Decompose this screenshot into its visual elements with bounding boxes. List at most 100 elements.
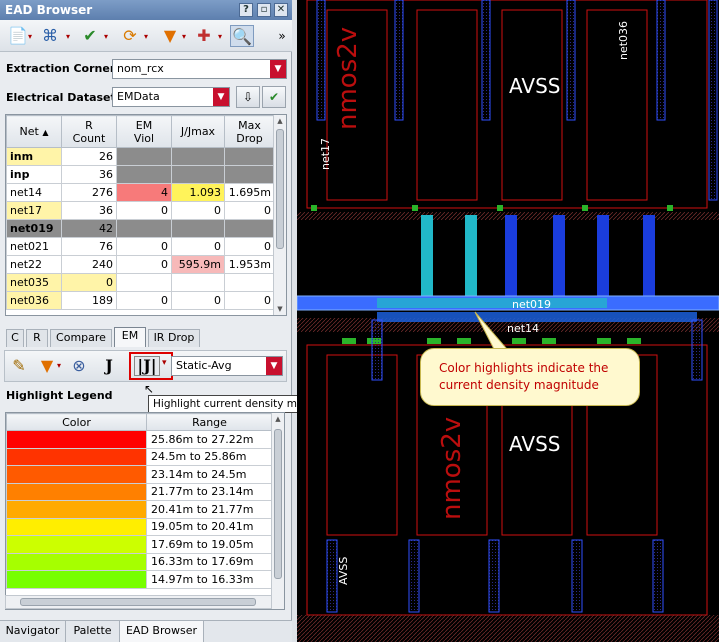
em-mode-select[interactable]: Static-Avg ▼ (171, 356, 283, 376)
refresh-icon[interactable]: ⟳ (118, 25, 142, 47)
emviol-cell (116, 147, 172, 166)
maxdrop-cell: 1.953m (224, 255, 275, 274)
legend-col-range[interactable]: Range (146, 413, 273, 431)
legend-row[interactable]: 24.5m to 25.86m (6, 447, 273, 466)
tab-ir-drop[interactable]: IR Drop (148, 329, 200, 347)
col-header-rcount[interactable]: R Count (61, 115, 117, 148)
probe-icon[interactable]: ✚ (192, 25, 216, 47)
legend-row[interactable]: 23.14m to 24.5m (6, 465, 273, 484)
table-row[interactable]: inm 26 (6, 147, 275, 166)
rcount-cell: 76 (61, 237, 117, 256)
emviol-cell: 0 (116, 237, 172, 256)
tab-navigator[interactable]: Navigator (0, 621, 66, 642)
legend-range: 20.41m to 21.77m (146, 500, 273, 519)
legend-range: 17.69m to 19.05m (146, 535, 273, 554)
net-name: net17 (6, 201, 62, 220)
table-row[interactable]: net17 36 0 0 0 (6, 201, 275, 220)
float-icon[interactable]: ▫ (257, 3, 271, 17)
more-icon[interactable]: » (270, 25, 294, 47)
tab-c[interactable]: C (6, 329, 24, 347)
filter-dropdown-icon[interactable]: ▾ (182, 32, 190, 41)
pencil-icon[interactable]: ✎ (7, 355, 31, 377)
legend-col-color[interactable]: Color (6, 413, 147, 431)
ead-browser-panel: EAD Browser ? ▫ ✕ 📄 ▾ ⌘ ▾ ✔ ▾ ⟳ ▾ ▼ ▾ ✚ … (0, 0, 344, 642)
extraction-corner-select[interactable]: nom_rcx ▼ (112, 59, 287, 79)
maxdrop-cell: 1.695m (224, 183, 275, 202)
table-row[interactable]: net036 189 0 0 0 (6, 291, 275, 310)
filter-icon[interactable]: ▼ (35, 355, 59, 377)
scroll-thumb[interactable] (274, 429, 282, 579)
network-icon[interactable]: ⌘ (38, 25, 62, 47)
avss-label-mid: AVSS (509, 432, 561, 456)
zoom-icon[interactable]: 🔍 (230, 25, 254, 47)
tab-palette[interactable]: Palette (66, 621, 120, 642)
check-dropdown-icon[interactable]: ▾ (104, 32, 112, 41)
network-dropdown-icon[interactable]: ▾ (66, 32, 74, 41)
probe-dropdown-icon[interactable]: ▾ (218, 32, 226, 41)
filter-dropdown-icon[interactable]: ▾ (57, 361, 65, 370)
check-list-icon[interactable]: ✔ (78, 25, 102, 47)
table-row[interactable]: net22 240 0 595.9m 1.953m (6, 255, 275, 274)
maxdrop-cell: 0 (224, 291, 275, 310)
avss-label-bottom: AVSS (337, 556, 350, 585)
mesh-icon[interactable]: ⊗ (67, 355, 91, 377)
legend-row[interactable]: 21.77m to 23.14m (6, 482, 273, 501)
table-row[interactable]: net021 76 0 0 0 (6, 237, 275, 256)
legend-row[interactable]: 25.86m to 27.22m (6, 430, 273, 449)
chevron-down-icon[interactable]: ▼ (213, 88, 229, 106)
legend-range: 19.05m to 20.41m (146, 517, 273, 536)
emviol-cell: 4 (116, 183, 172, 202)
close-icon[interactable]: ✕ (274, 3, 288, 17)
chevron-down-icon[interactable]: ▼ (266, 357, 282, 375)
scroll-thumb[interactable] (276, 129, 284, 249)
net-table-scrollbar[interactable]: ▲ ▼ (273, 115, 286, 315)
net17-label: net17 (319, 137, 332, 170)
jjmax-cell (171, 219, 225, 238)
col-header-net[interactable]: Net ▲ (6, 115, 62, 148)
jjmax-cell: 1.093 (171, 183, 225, 202)
col-header-maxdrop[interactable]: Max Drop (224, 115, 275, 148)
scroll-down-icon[interactable]: ▼ (274, 303, 286, 315)
legend-row[interactable]: 14.97m to 16.33m (6, 570, 273, 589)
legend-row[interactable]: 17.69m to 19.05m (6, 535, 273, 554)
legend-row[interactable]: 16.33m to 17.69m (6, 552, 273, 571)
maxdrop-cell: 0 (224, 237, 275, 256)
tab-compare[interactable]: Compare (50, 329, 112, 347)
legend-row[interactable]: 19.05m to 20.41m (6, 517, 273, 536)
tab-r[interactable]: R (26, 329, 48, 347)
legend-hscrollbar[interactable] (5, 595, 272, 609)
help-icon[interactable]: ? (239, 3, 253, 17)
table-row[interactable]: net14 276 4 1.093 1.695m (6, 183, 275, 202)
col-header-emviol[interactable]: EM Viol (116, 115, 172, 148)
chevron-down-icon[interactable]: ▼ (270, 60, 286, 78)
hscroll-thumb[interactable] (20, 598, 256, 606)
highlight-magnitude-button[interactable]: |J| ▾ (129, 352, 173, 380)
filter-icon[interactable]: ▼ (158, 25, 182, 47)
electrical-dataset-select[interactable]: EMData ▼ (112, 87, 230, 107)
current-density-icon[interactable]: J (97, 355, 121, 377)
report-icon[interactable]: 📄 (6, 25, 30, 47)
emviol-cell (116, 273, 172, 292)
tab-ead-browser[interactable]: EAD Browser (120, 621, 204, 642)
legend-swatch (6, 465, 147, 484)
tab-em[interactable]: EM (114, 327, 146, 347)
refresh-dropdown-icon[interactable]: ▾ (144, 32, 152, 41)
magnitude-icon: |J| (134, 356, 160, 376)
layout-canvas[interactable]: AVSS AVSS AVSS net019 net14 net17 net036… (297, 0, 719, 642)
net-name: inm (6, 147, 62, 166)
scroll-up-icon[interactable]: ▲ (274, 115, 286, 127)
table-row-selected[interactable]: net019 42 (6, 219, 275, 238)
jjmax-cell (171, 273, 225, 292)
legend-scrollbar[interactable]: ▲ (271, 413, 284, 609)
legend-row[interactable]: 20.41m to 21.77m (6, 500, 273, 519)
dataset-check-button[interactable]: ✔ (262, 86, 286, 108)
table-row[interactable]: net035 0 (6, 273, 275, 292)
report-dropdown-icon[interactable]: ▾ (28, 32, 36, 41)
col-header-jjmax[interactable]: J/Jmax (171, 115, 225, 148)
dataset-load-button[interactable]: ⇩ (236, 86, 260, 108)
em-toolbar: ✎ ▼ ▾ ⊗ J |J| ▾ Static-Avg ▼ (4, 350, 287, 382)
scroll-up-icon[interactable]: ▲ (272, 413, 284, 425)
table-row[interactable]: inp 36 (6, 165, 275, 184)
chevron-down-icon[interactable]: ▾ (162, 358, 167, 368)
net-name: net036 (6, 291, 62, 310)
